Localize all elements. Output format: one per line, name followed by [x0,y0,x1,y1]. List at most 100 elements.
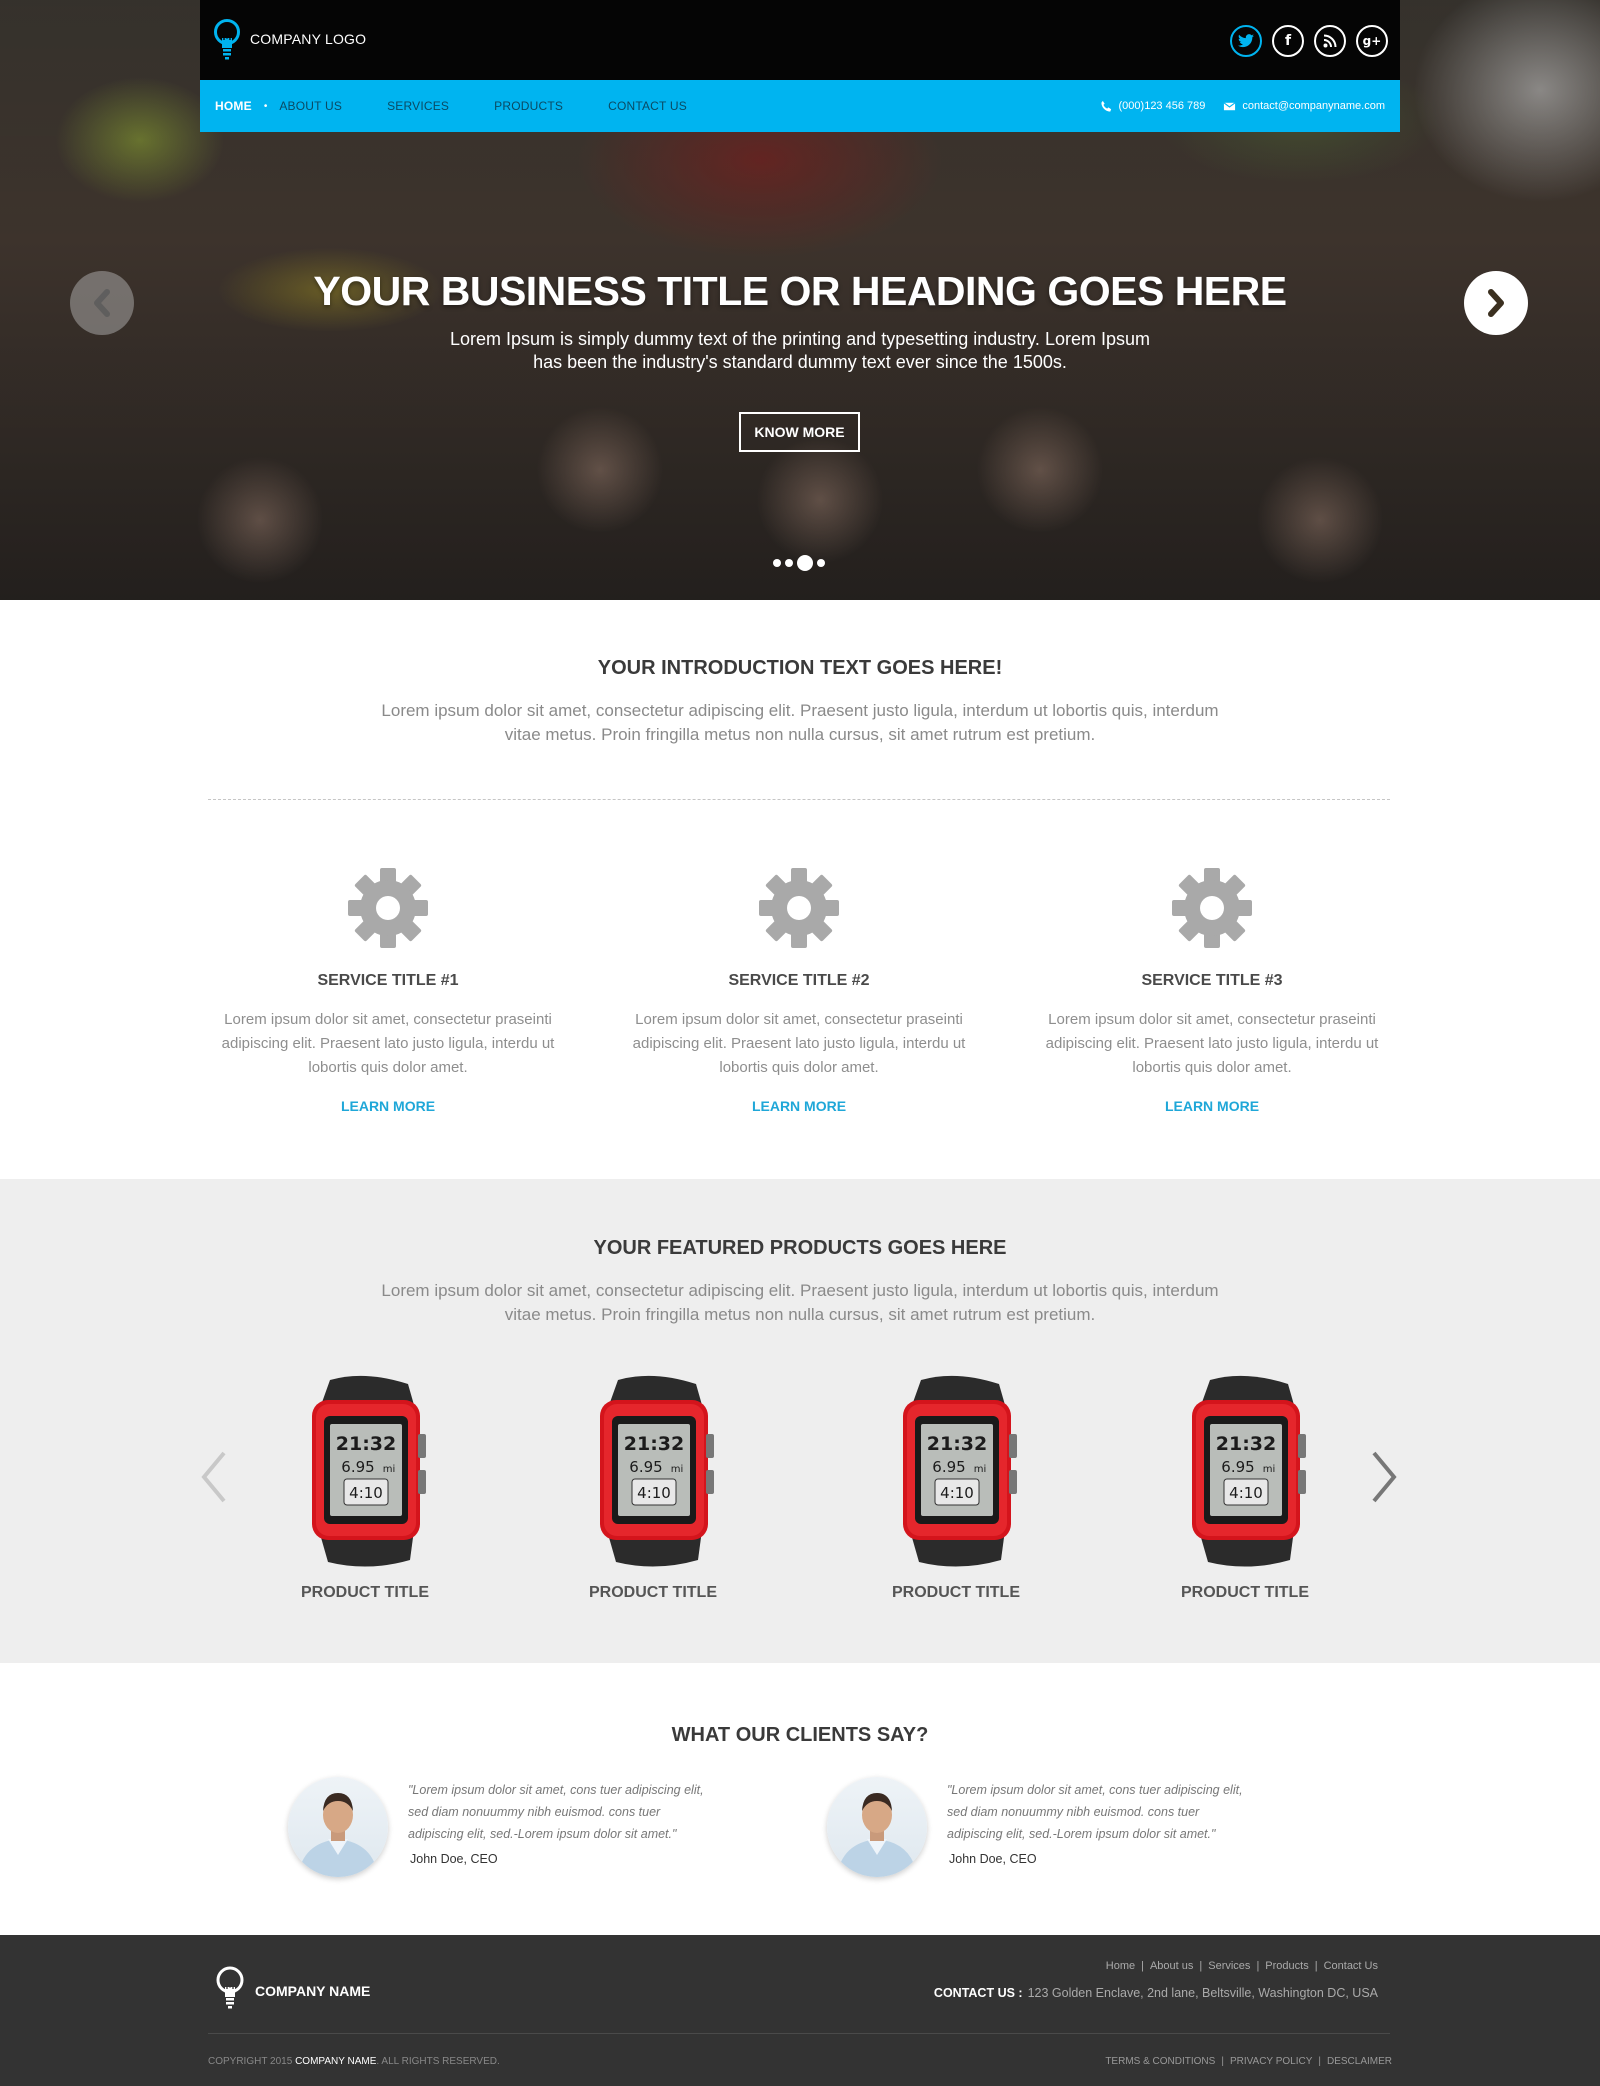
facebook-icon[interactable]: f [1272,25,1304,57]
nav-item-services[interactable]: SERVICES [387,99,449,113]
service-card-1: SERVICE TITLE #1 Lorem ipsum dolor sit a… [208,868,568,1116]
main-nav: HOME • ABOUT US SERVICES PRODUCTS CONTAC… [200,80,1400,132]
product-card-2[interactable]: 21:32 6.95 mi 4:10 PRODUCT TITLE [553,1374,753,1602]
avatar [288,1777,388,1877]
svg-text:6.95: 6.95 [341,1458,374,1476]
dashed-divider [208,799,1390,800]
nav-contact-info: (000)123 456 789 contact@companyname.com [1100,80,1385,132]
service-text: Lorem ipsum dolor sit amet, consectetur … [1045,1011,1379,1076]
gear-icon [348,868,428,948]
testimonial-author: John Doe, CEO [949,1852,1037,1866]
hero-title: YOUR BUSINESS TITLE OR HEADING GOES HERE [313,268,1287,314]
envelope-icon [1223,101,1236,110]
product-card-3[interactable]: 21:32 6.95 mi 4:10 PRODUCT TITLE [856,1374,1056,1602]
phone-icon [1100,100,1111,112]
person-photo [298,1793,378,1877]
rss-icon[interactable] [1314,25,1346,57]
hero-subtitle: Lorem Ipsum is simply dummy text of the … [450,329,1150,372]
smartwatch-image: 21:32 6.95 mi 4:10 [903,1375,1017,1567]
service-title: SERVICE TITLE #2 [728,972,870,989]
slider-pagination [773,555,825,571]
products-text: Lorem ipsum dolor sit amet, consectetur … [381,1281,1219,1324]
svg-text:21:32: 21:32 [336,1433,396,1455]
lightbulb-icon [216,1966,244,2009]
svg-text:4:10: 4:10 [637,1484,671,1502]
service-title: SERVICE TITLE #1 [317,972,459,989]
nav-item-home[interactable]: HOME [215,99,252,113]
svg-text:21:32: 21:32 [1216,1433,1276,1455]
lightbulb-icon [214,19,240,60]
disclaimer-link[interactable]: DESCLAIMER [1327,2056,1392,2067]
logo-text: COMPANY LOGO [250,31,367,47]
nav-item-contact-us[interactable]: CONTACT US [608,99,687,113]
svg-text:6.95: 6.95 [1221,1458,1254,1476]
svg-text:6.95: 6.95 [932,1458,965,1476]
footer-nav: Home | About us | Services | Products | … [1105,1960,1378,1972]
learn-more-link[interactable]: LEARN MORE [1165,1098,1259,1114]
svg-text:21:32: 21:32 [624,1433,684,1455]
learn-more-link[interactable]: LEARN MORE [341,1098,435,1114]
footer-divider [208,2033,1390,2034]
copyright: COPYRIGHT 2015 COMPANY NAME. ALL RIGHTS … [208,2056,500,2067]
footer-link-contact-us[interactable]: Contact Us [1324,1960,1378,1972]
slider-dot[interactable] [773,559,781,567]
nav-phone[interactable]: (000)123 456 789 [1100,100,1205,113]
intro-text: Lorem ipsum dolor sit amet, consectetur … [381,701,1219,744]
nav-item-products[interactable]: PRODUCTS [494,99,563,113]
company-logo[interactable]: COMPANY LOGO [212,18,366,60]
smartwatch-image: 21:32 6.95 mi 4:10 [600,1375,714,1567]
svg-text:21:32: 21:32 [927,1433,987,1455]
footer-link-about-us[interactable]: About us [1150,1960,1193,1972]
svg-text:4:10: 4:10 [940,1484,974,1502]
service-text: Lorem ipsum dolor sit amet, consectetur … [221,1011,555,1076]
terms-link[interactable]: TERMS & CONDITIONS [1105,2056,1215,2067]
service-title: SERVICE TITLE #3 [1141,972,1283,989]
google-plus-icon[interactable]: g+ [1356,25,1388,57]
gear-icon [759,868,839,948]
product-card-1[interactable]: 21:32 6.95 mi 4:10 PRODUCT TITLE [265,1374,465,1602]
product-card-4[interactable]: 21:32 6.95 mi 4:10 PRODUCT TITLE [1145,1374,1345,1602]
product-title: PRODUCT TITLE [892,1584,1020,1601]
svg-text:4:10: 4:10 [1229,1484,1263,1502]
svg-text:mi: mi [1263,1464,1276,1475]
email-address: contact@companyname.com [1242,100,1385,112]
footer-contact-label: CONTACT US : [933,1986,1023,2000]
smartwatch-image: 21:32 6.95 mi 4:10 [312,1375,426,1567]
footer-logo[interactable]: COMPANY NAME [215,1965,370,2017]
product-title: PRODUCT TITLE [1181,1584,1309,1601]
intro-title: YOUR INTRODUCTION TEXT GOES HERE! [597,657,1003,679]
chevron-right-icon[interactable] [1366,1449,1402,1505]
footer-link-products[interactable]: Products [1265,1960,1308,1972]
person-photo [837,1793,917,1877]
svg-text:6.95: 6.95 [629,1458,662,1476]
testimonials-title: WHAT OUR CLIENTS SAY? [671,1724,929,1746]
product-title: PRODUCT TITLE [301,1584,429,1601]
gear-icon [1172,868,1252,948]
top-header-bar: COMPANY LOGO f g+ [200,0,1400,80]
slider-dot[interactable] [817,559,825,567]
slider-dot[interactable] [785,559,793,567]
footer: COMPANY NAME Home | About us | Services … [0,1935,1600,2086]
nav-item-about-us[interactable]: ABOUT US [279,99,342,113]
testimonial-card-2: "Lorem ipsum dolor sit amet, cons tuer a… [827,1777,1247,1887]
service-card-2: SERVICE TITLE #2 Lorem ipsum dolor sit a… [619,868,979,1116]
social-links: f g+ [1230,25,1388,57]
nav-separator-dot: • [263,100,268,112]
smartwatch-image: 21:32 6.95 mi 4:10 [1192,1375,1306,1567]
chevron-left-icon[interactable] [196,1449,232,1505]
svg-text:mi: mi [383,1464,396,1475]
learn-more-link[interactable]: LEARN MORE [752,1098,846,1114]
footer-link-home[interactable]: Home [1106,1960,1135,1972]
slider-dot-active[interactable] [797,555,813,571]
nav-email[interactable]: contact@companyname.com [1223,100,1385,113]
know-more-button[interactable]: KNOW MORE [739,412,860,452]
twitter-icon[interactable] [1230,25,1262,57]
service-text: Lorem ipsum dolor sit amet, consectetur … [632,1011,966,1076]
product-title: PRODUCT TITLE [589,1584,717,1601]
footer-link-services[interactable]: Services [1208,1960,1250,1972]
svg-text:mi: mi [974,1464,987,1475]
legal-links: TERMS & CONDITIONS | PRIVACY POLICY | DE… [1105,2056,1392,2067]
featured-products-section: YOUR FEATURED PRODUCTS GOES HERE Lorem i… [0,1179,1600,1663]
svg-text:4:10: 4:10 [349,1484,383,1502]
privacy-policy-link[interactable]: PRIVACY POLICY [1230,2056,1312,2067]
